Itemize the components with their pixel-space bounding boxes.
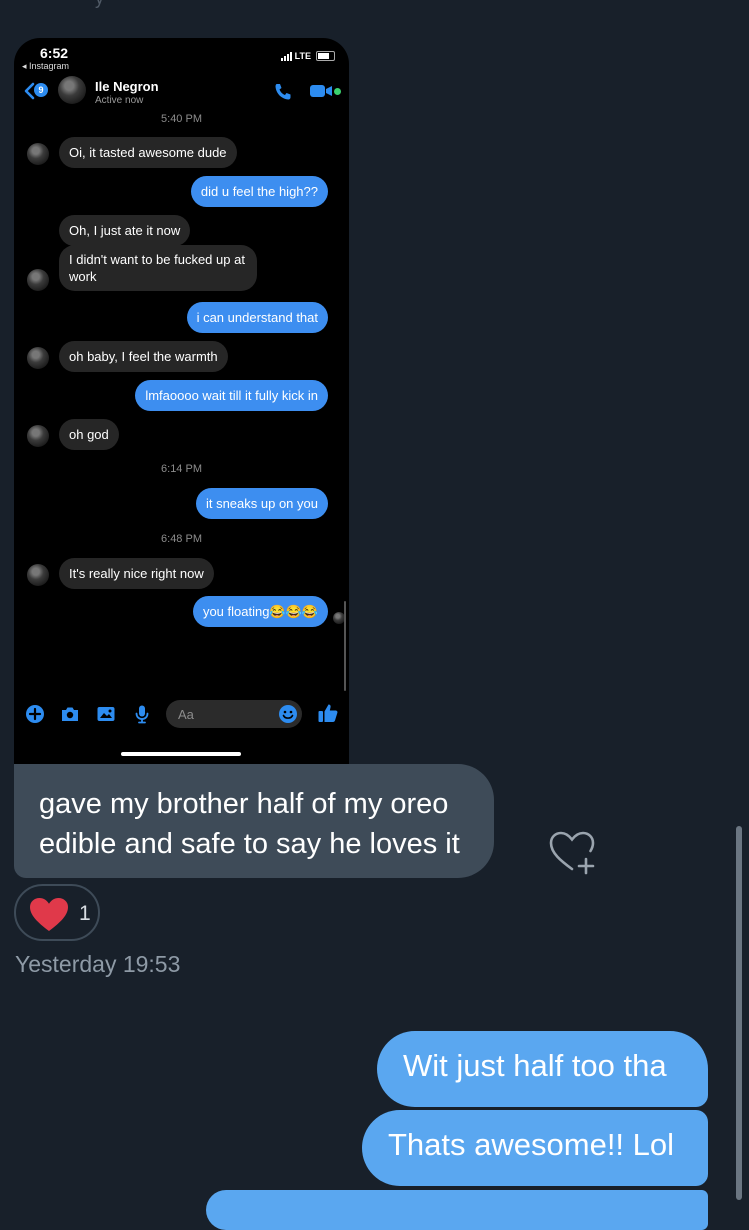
input-placeholder: Aa bbox=[178, 707, 194, 722]
timestamp: 5:40 PM bbox=[161, 113, 202, 125]
plus-icon bbox=[26, 705, 44, 723]
back-to-app: ◂ Instagram bbox=[22, 61, 70, 71]
cropped-top-text: y bbox=[95, 0, 104, 9]
message-outgoing[interactable]: Thats awesome!! Lol bbox=[362, 1110, 708, 1186]
composer: Aa bbox=[14, 698, 349, 730]
status-time: 6:52 bbox=[40, 45, 69, 61]
microphone-icon bbox=[135, 705, 149, 724]
heart-icon bbox=[30, 898, 68, 931]
avatar bbox=[27, 564, 49, 586]
network-label: LTE bbox=[294, 51, 311, 61]
scrollbar[interactable] bbox=[736, 826, 742, 1200]
message-incoming: It's really nice right now bbox=[59, 558, 214, 589]
heart-add-icon[interactable] bbox=[547, 829, 597, 875]
avatar bbox=[27, 425, 49, 447]
message-incoming: oh god bbox=[59, 419, 119, 450]
message-outgoing: did u feel the high?? bbox=[190, 176, 328, 207]
message-incoming: Oh, I just ate it now bbox=[59, 215, 191, 246]
home-indicator bbox=[121, 752, 241, 756]
battery-icon bbox=[316, 51, 335, 61]
message-outgoing: it sneaks up on you bbox=[195, 488, 328, 519]
message-outgoing[interactable] bbox=[206, 1190, 708, 1230]
online-dot bbox=[334, 88, 341, 95]
message-outgoing: i can understand that bbox=[186, 302, 328, 333]
avatar bbox=[27, 347, 49, 369]
embedded-screenshot: 6:52 ◂ Instagram LTE 9 Ile Negron Active… bbox=[14, 38, 349, 764]
timestamp: 6:48 PM bbox=[161, 533, 202, 545]
video-camera-icon bbox=[310, 85, 332, 97]
phone-icon bbox=[275, 84, 291, 100]
message-incoming: oh baby, I feel the warmth bbox=[59, 341, 228, 372]
message-outgoing: lmfaoooo wait till it fully kick in bbox=[135, 380, 328, 411]
thumbs-up-icon bbox=[318, 704, 338, 722]
message-input[interactable]: Aa bbox=[166, 700, 302, 728]
message-outgoing[interactable]: Wit just half too tha bbox=[377, 1031, 708, 1107]
status-indicators: LTE bbox=[280, 51, 335, 61]
message-incoming: I didn't want to be fucked up at work bbox=[59, 245, 257, 291]
emoji-icon[interactable] bbox=[278, 704, 298, 724]
camera-icon bbox=[62, 707, 78, 721]
avatar bbox=[27, 269, 49, 291]
gallery-icon bbox=[97, 707, 115, 721]
message-timestamp: Yesterday 19:53 bbox=[15, 951, 181, 977]
avatar bbox=[27, 143, 49, 165]
message-incoming[interactable]: gave my brother half of my oreo edible a… bbox=[14, 764, 494, 878]
unread-badge: 9 bbox=[34, 83, 48, 97]
reaction-pill[interactable]: 1 bbox=[14, 884, 100, 941]
avatar bbox=[58, 76, 86, 104]
chat-header: 9 Ile Negron Active now bbox=[14, 74, 349, 110]
scrollbar bbox=[344, 601, 346, 691]
message-outgoing: you floating😂😂😂 bbox=[192, 596, 328, 627]
signal-icon bbox=[280, 51, 292, 61]
contact-name: Ile Negron bbox=[95, 79, 159, 94]
reaction-count: 1 bbox=[79, 902, 91, 925]
timestamp: 6:14 PM bbox=[161, 463, 202, 475]
message-incoming: Oi, it tasted awesome dude bbox=[59, 137, 237, 168]
presence-status: Active now bbox=[95, 95, 144, 106]
